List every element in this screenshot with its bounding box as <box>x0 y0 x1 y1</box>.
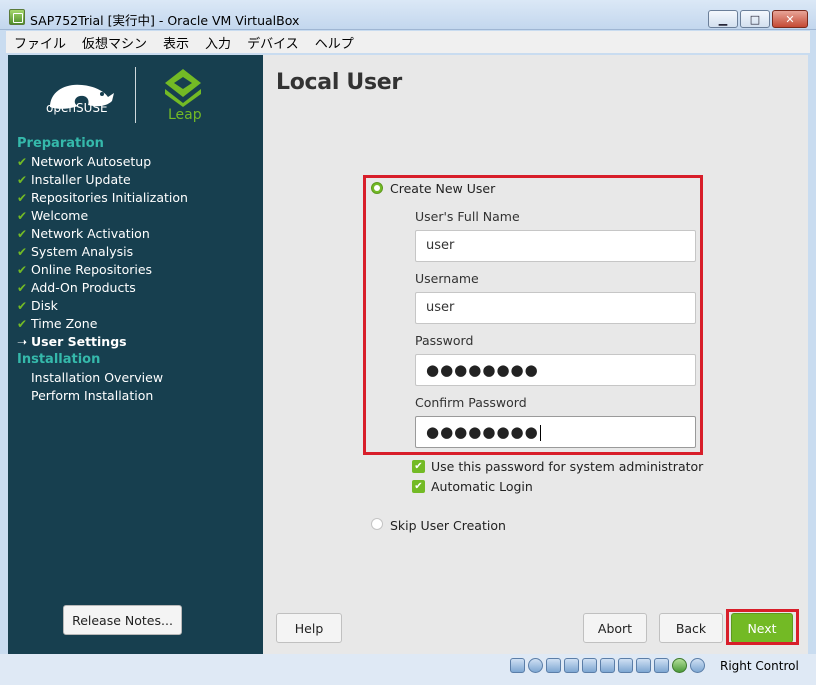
arrow-right-icon: ➝ <box>17 335 28 349</box>
network-icon[interactable] <box>564 658 579 673</box>
create-new-user-label[interactable]: Create New User <box>390 181 495 196</box>
step-user-settings: ➝ User Settings <box>17 334 127 349</box>
close-button[interactable]: ✕ <box>772 10 808 28</box>
host-key-label: Right Control <box>720 659 799 673</box>
menu-devices[interactable]: デバイス <box>239 33 307 52</box>
vm-statusbar: Right Control <box>0 654 816 685</box>
opensuse-wordmark: openSUSE <box>46 101 108 115</box>
step-add-on-products: ✔ Add-On Products <box>17 280 136 295</box>
check-icon: ✔ <box>17 227 28 241</box>
opensuse-logo: openSUSE Leap <box>44 65 224 125</box>
text-caret <box>539 424 541 441</box>
check-icon: ✔ <box>17 173 28 187</box>
maximize-button[interactable]: □ <box>740 10 770 28</box>
optical-drive-icon[interactable] <box>528 658 543 673</box>
step-online-repositories: ✔ Online Repositories <box>17 262 153 277</box>
shared-folders-icon[interactable] <box>600 658 615 673</box>
password-input[interactable]: ●●●●●●●● <box>415 354 696 386</box>
help-button[interactable]: Help <box>276 613 342 643</box>
window-titlebar: SAP752Trial [実行中] - Oracle VM VirtualBox… <box>0 0 816 30</box>
create-new-user-radio[interactable] <box>371 182 383 194</box>
step-disk: ✔ Disk <box>17 298 58 313</box>
confirm-password-input[interactable]: ●●●●●●●● <box>415 416 696 448</box>
check-icon: ✔ <box>17 209 28 223</box>
maximize-icon: □ <box>749 12 761 26</box>
username-input[interactable]: user <box>415 292 696 324</box>
annotation-highlight-next <box>726 609 799 645</box>
check-icon: ✔ <box>17 281 28 295</box>
chameleon-icon <box>50 84 114 109</box>
leap-icon <box>165 69 201 107</box>
recording-icon[interactable] <box>654 658 669 673</box>
skip-user-creation-label[interactable]: Skip User Creation <box>390 518 506 533</box>
step-network-autosetup: ✔ Network Autosetup <box>17 154 152 169</box>
step-installer-update: ✔ Installer Update <box>17 172 131 187</box>
step-perform-installation: Perform Installation <box>31 388 154 403</box>
menu-machine[interactable]: 仮想マシン <box>74 33 155 52</box>
step-network-activation: ✔ Network Activation <box>17 226 150 241</box>
logo-divider <box>135 67 136 123</box>
section-preparation: Preparation <box>17 136 104 151</box>
release-notes-button[interactable]: Release Notes... <box>63 605 182 635</box>
section-installation: Installation <box>17 352 101 367</box>
install-steps: Preparation ✔ Network Autosetup ✔ Installe… <box>17 135 257 405</box>
step-installation-overview: Installation Overview <box>31 370 164 385</box>
minimize-button[interactable]: ▁ <box>708 10 738 28</box>
video-capture-icon[interactable] <box>636 658 651 673</box>
audio-icon[interactable] <box>546 658 561 673</box>
use-password-admin-label[interactable]: Use this password for system administrat… <box>431 459 703 474</box>
arrow-down-icon[interactable] <box>690 658 705 673</box>
automatic-login-checkbox[interactable]: ✔ <box>412 480 425 493</box>
menu-input[interactable]: 入力 <box>197 33 239 52</box>
step-time-zone: ✔ Time Zone <box>17 316 98 331</box>
abort-button[interactable]: Abort <box>583 613 647 643</box>
check-icon: ✔ <box>17 263 28 277</box>
check-icon: ✔ <box>17 317 28 331</box>
menu-view[interactable]: 表示 <box>155 33 197 52</box>
status-icons <box>510 658 705 673</box>
confirm-password-label: Confirm Password <box>415 395 527 410</box>
username-label: Username <box>415 271 479 286</box>
leap-wordmark: Leap <box>168 107 202 123</box>
check-icon: ✔ <box>17 191 28 205</box>
menu-help[interactable]: ヘルプ <box>307 33 362 52</box>
use-password-admin-checkbox[interactable]: ✔ <box>412 460 425 473</box>
menu-file[interactable]: ファイル <box>6 33 74 52</box>
full-name-label: User's Full Name <box>415 209 520 224</box>
usb-icon[interactable] <box>582 658 597 673</box>
installer-sidebar: openSUSE Leap Preparation ✔ Network Autos… <box>8 55 263 654</box>
step-welcome: ✔ Welcome <box>17 208 89 223</box>
display-icon[interactable] <box>618 658 633 673</box>
mouse-integration-icon[interactable] <box>672 658 687 673</box>
full-name-input[interactable]: user <box>415 230 696 262</box>
vm-display: openSUSE Leap Preparation ✔ Network Autos… <box>8 55 808 654</box>
close-icon: ✕ <box>785 12 795 26</box>
window-title: SAP752Trial [実行中] - Oracle VM VirtualBox <box>30 13 300 28</box>
step-system-analysis: ✔ System Analysis <box>17 244 134 259</box>
page-title: Local User <box>276 70 402 95</box>
skip-user-creation-radio[interactable] <box>371 518 383 530</box>
check-icon: ✔ <box>17 299 28 313</box>
minimize-icon: ▁ <box>718 12 728 26</box>
back-button[interactable]: Back <box>659 613 723 643</box>
menubar: ファイル 仮想マシン 表示 入力 デバイス ヘルプ <box>6 31 810 53</box>
password-label: Password <box>415 333 474 348</box>
check-icon: ✔ <box>17 245 28 259</box>
step-repositories-initialization: ✔ Repositories Initialization <box>17 190 188 205</box>
virtualbox-icon <box>9 9 25 25</box>
check-icon: ✔ <box>17 155 28 169</box>
hard-disk-icon[interactable] <box>510 658 525 673</box>
automatic-login-label[interactable]: Automatic Login <box>431 479 533 494</box>
